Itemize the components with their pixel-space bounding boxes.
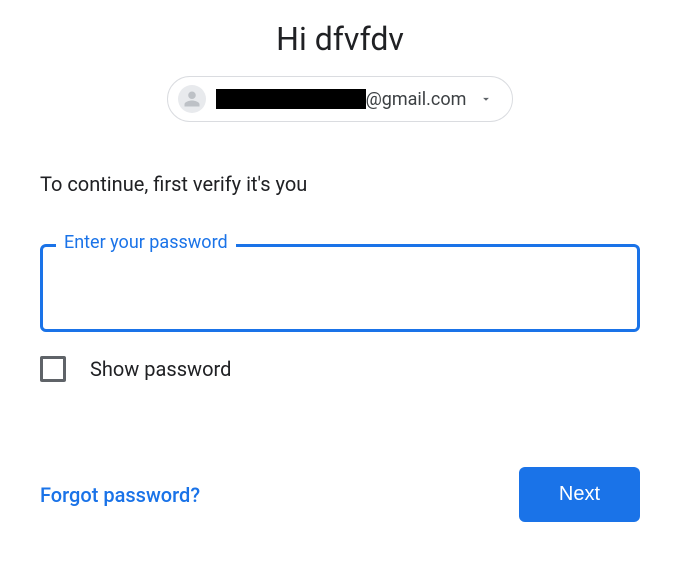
password-field-wrap: Enter your password [40, 244, 640, 332]
greeting-title: Hi dfvfdv [40, 20, 640, 58]
show-password-checkbox[interactable] [40, 356, 66, 382]
footer: Forgot password? Next [40, 467, 640, 522]
password-input[interactable] [40, 244, 640, 332]
verify-subtitle: To continue, first verify it's you [40, 172, 640, 196]
header: Hi dfvfdv @gmail.com [40, 20, 640, 122]
chevron-down-icon [476, 89, 496, 109]
email-domain: @gmail.com [366, 89, 467, 110]
password-label: Enter your password [56, 232, 236, 253]
next-button[interactable]: Next [519, 467, 640, 522]
show-password-row: Show password [40, 356, 640, 382]
forgot-password-link[interactable]: Forgot password? [40, 483, 200, 507]
account-switcher[interactable]: @gmail.com [167, 76, 514, 122]
account-email: @gmail.com [216, 89, 467, 110]
avatar-icon [178, 85, 206, 113]
show-password-label: Show password [90, 357, 231, 381]
email-redacted [216, 89, 366, 109]
